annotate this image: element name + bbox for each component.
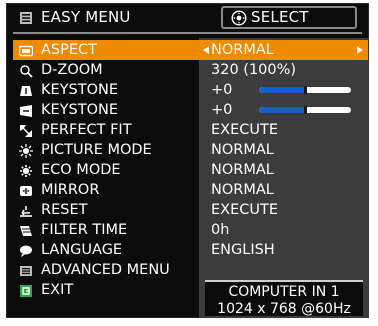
slider-knob[interactable]: [304, 86, 307, 94]
menu-item-picture-mode[interactable]: PICTURE MODE: [7, 140, 197, 160]
projector-osd: EASY MENU SELECT COMPUTER IN 1 1024 x 76…: [6, 3, 369, 318]
header-divider: [13, 32, 362, 34]
perfect-fit-icon: [19, 123, 33, 137]
menu-value-picture-mode[interactable]: NORMAL: [199, 140, 369, 160]
zoom-icon: [19, 63, 33, 78]
menu-item-label: PICTURE MODE: [41, 142, 152, 158]
menu-item-d-zoom[interactable]: D-ZOOM: [7, 60, 197, 80]
menu-item-label: ASPECT: [41, 42, 98, 58]
slider-fill: [259, 107, 305, 113]
menu-value-text: NORMAL: [211, 42, 274, 58]
select-hint: SELECT: [221, 6, 357, 29]
menu-item-exit[interactable]: EXIT: [7, 280, 197, 300]
language-icon: [19, 243, 33, 257]
keystone-vertical-icon: [19, 83, 33, 97]
menu-title: EASY MENU: [41, 8, 131, 26]
menu-value-text: ENGLISH: [211, 242, 275, 258]
menu-value-keystone[interactable]: +0: [199, 100, 369, 120]
menu-value-text: EXECUTE: [211, 202, 279, 218]
eco-mode-icon: [19, 163, 33, 177]
menu-item-language[interactable]: LANGUAGE: [7, 240, 197, 260]
select-label: SELECT: [251, 8, 309, 26]
menu-item-label: MIRROR: [41, 182, 100, 198]
menu-item-perfect-fit[interactable]: PERFECT FIT: [7, 120, 197, 140]
menu-value-text: NORMAL: [211, 142, 274, 158]
slider-knob[interactable]: [304, 106, 307, 114]
menu-value-language[interactable]: ENGLISH: [199, 240, 369, 260]
menu-value-text: 320 (100%): [211, 62, 297, 78]
advanced-menu-icon: [19, 263, 33, 277]
keystone-slider[interactable]: [259, 106, 351, 114]
keystone-horizontal-icon: [19, 103, 33, 117]
menu-item-keystone-horizontal[interactable]: KEYSTONE: [7, 100, 197, 120]
menu-value-eco-mode[interactable]: NORMAL: [199, 160, 369, 180]
menu-value-aspect[interactable]: NORMAL: [199, 40, 369, 60]
menu-item-keystone[interactable]: KEYSTONE: [7, 80, 197, 100]
menu-value-text: EXECUTE: [211, 122, 279, 138]
arrow-right-icon[interactable]: [357, 46, 363, 54]
menu-icon: [19, 10, 33, 24]
menu-list: ASPECT D-ZOOM KEYSTONE KEYSTONE PERFECT FIT P…: [7, 38, 197, 318]
menu-item-mirror[interactable]: MIRROR: [7, 180, 197, 200]
aspect-icon: [18, 43, 34, 57]
menu-item-label: LANGUAGE: [41, 242, 123, 258]
menu-item-label: RESET: [41, 202, 88, 218]
menu-item-aspect[interactable]: ASPECT: [7, 40, 197, 60]
slider-fill: [259, 87, 305, 93]
menu-item-eco-mode[interactable]: ECO MODE: [7, 160, 197, 180]
menu-item-label: ADVANCED MENU: [41, 262, 170, 278]
filter-icon: [19, 223, 33, 237]
menu-value-filter-time[interactable]: 0h: [199, 220, 369, 240]
menu-item-advanced-menu[interactable]: ADVANCED MENU: [7, 260, 197, 280]
dpad-icon: [231, 10, 247, 26]
menu-item-label: KEYSTONE: [41, 82, 119, 98]
menu-item-label: EXIT: [41, 282, 74, 298]
menu-value-d-zoom[interactable]: 320 (100%): [199, 60, 369, 80]
arrow-left-icon[interactable]: [203, 46, 209, 54]
menu-item-filter-time[interactable]: FILTER TIME: [7, 220, 197, 240]
menu-item-label: D-ZOOM: [41, 62, 103, 78]
menu-value-mirror[interactable]: NORMAL: [199, 180, 369, 200]
menu-value-text: +0: [211, 82, 233, 98]
menu-item-label: PERFECT FIT: [41, 122, 132, 138]
menu-item-label: FILTER TIME: [41, 222, 128, 238]
picture-mode-icon: [19, 143, 33, 158]
menu-value-text: +0: [211, 102, 233, 118]
exit-icon: [19, 283, 33, 297]
keystone-slider[interactable]: [259, 86, 351, 94]
menu-value-text: 0h: [211, 222, 230, 238]
menu-item-label: KEYSTONE: [41, 102, 119, 118]
menu-value-perfect-fit[interactable]: EXECUTE: [199, 120, 369, 140]
mirror-icon: [19, 183, 33, 197]
menu-value-keystone[interactable]: +0: [199, 80, 369, 100]
menu-item-label: ECO MODE: [41, 162, 121, 178]
reset-icon: [19, 203, 33, 217]
menu-item-reset[interactable]: RESET: [7, 200, 197, 220]
menu-value-text: NORMAL: [211, 182, 274, 198]
menu-value-text: NORMAL: [211, 162, 274, 178]
menu-value-reset[interactable]: EXECUTE: [199, 200, 369, 220]
value-list: NORMAL 320 (100%) +0 +0 EXECUTE NORMAL NORMAL N…: [199, 38, 369, 318]
menu-header: EASY MENU SELECT: [7, 4, 368, 32]
